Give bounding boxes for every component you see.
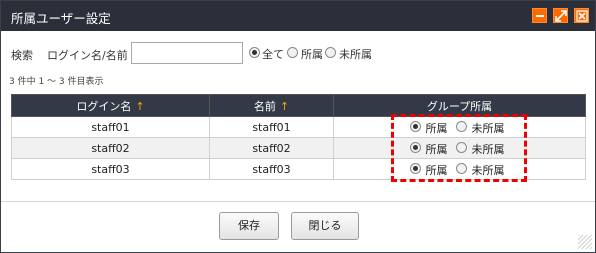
minimize-icon[interactable]: [532, 8, 547, 23]
login-cell: staff02: [11, 137, 210, 159]
maximize-icon[interactable]: [553, 8, 568, 23]
close-button[interactable]: 閉じる: [291, 212, 359, 240]
footer-divider: [1, 201, 595, 202]
search-input[interactable]: [131, 42, 243, 64]
filter-radio-member[interactable]: [287, 47, 298, 58]
search-field-label: ログイン名/名前: [47, 49, 128, 62]
filter-label-member: 所属: [301, 48, 323, 61]
filter-label-nonmember: 未所属: [339, 48, 372, 61]
save-button[interactable]: 保存: [219, 212, 279, 240]
filter-label-all: 全て: [262, 48, 284, 61]
highlight-box: [391, 114, 527, 182]
result-count: 3 件中 1 ～ 3 件目表示: [9, 77, 104, 87]
column-header-login[interactable]: ログイン名 ↑: [11, 94, 210, 117]
column-header-name[interactable]: 名前 ↑: [209, 94, 334, 117]
sort-arrow-icon: ↑: [279, 99, 290, 113]
dialog-titlebar[interactable]: 所属ユーザー設定: [1, 1, 595, 31]
search-bar: 検索 ログイン名/名前 全て 所属 未所属: [11, 42, 591, 64]
filter-radio-all[interactable]: [249, 47, 260, 58]
name-cell: staff02: [209, 137, 334, 159]
name-cell: staff01: [209, 116, 334, 138]
close-icon[interactable]: [574, 8, 589, 23]
resize-grip-icon[interactable]: [578, 235, 592, 249]
sort-arrow-icon: ↑: [135, 99, 145, 113]
user-membership-dialog: 所属ユーザー設定 検索 ログイン名/名前 全て 所属 未所属 3 件中 1 ～ …: [0, 0, 596, 253]
filter-radio-nonmember[interactable]: [325, 47, 336, 58]
dialog-title: 所属ユーザー設定: [11, 11, 111, 26]
login-cell: staff01: [11, 116, 210, 138]
name-cell: staff03: [209, 158, 334, 180]
search-label: 検索: [11, 49, 33, 62]
login-cell: staff03: [11, 158, 210, 180]
